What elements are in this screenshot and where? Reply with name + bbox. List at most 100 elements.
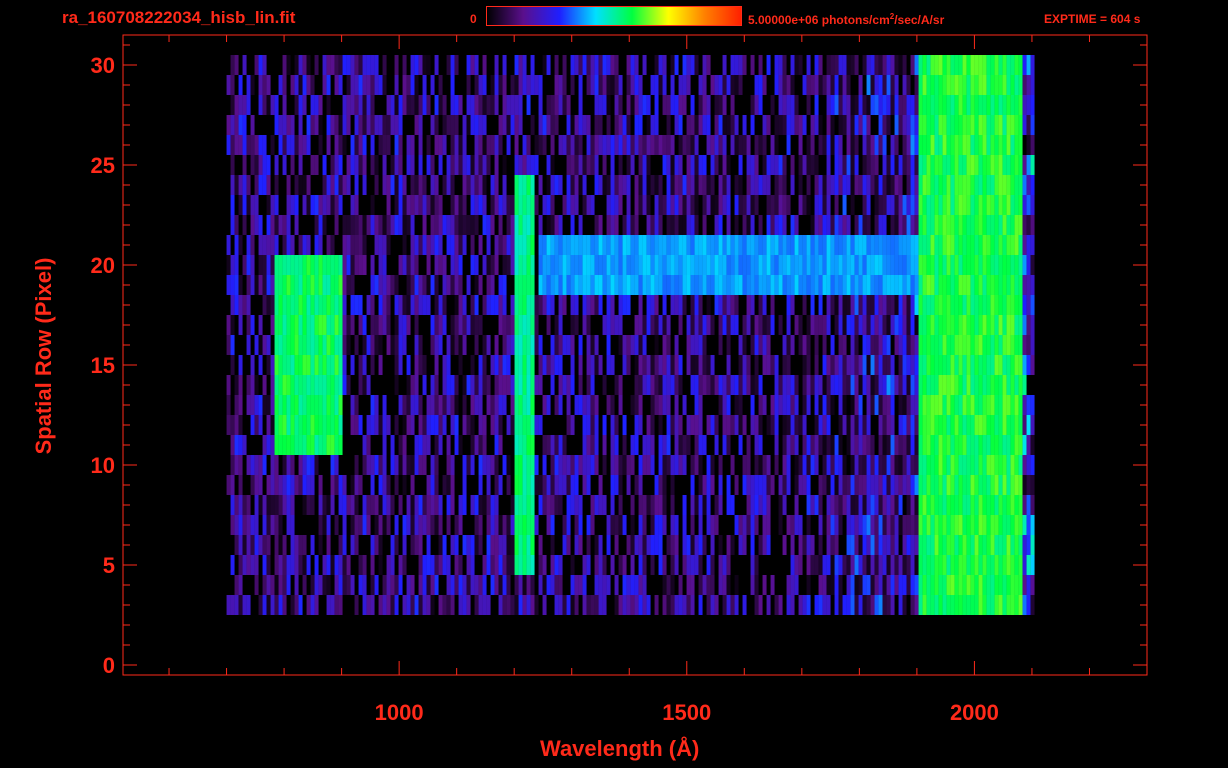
heatmap-cell — [270, 435, 275, 455]
heatmap-cell — [622, 115, 627, 135]
heatmap-cell — [746, 315, 751, 335]
heatmap-cell — [638, 395, 643, 415]
heatmap-cell — [834, 475, 839, 495]
heatmap-cell — [826, 535, 831, 555]
heatmap-cell — [242, 515, 247, 535]
heatmap-cell — [674, 415, 679, 435]
heatmap-cell — [242, 535, 247, 555]
heatmap-cell — [978, 215, 983, 235]
heatmap-cell — [402, 535, 407, 555]
heatmap-cell — [302, 355, 307, 375]
heatmap-cell — [962, 75, 967, 95]
heatmap-cell — [690, 55, 695, 75]
heatmap-cell — [518, 375, 523, 395]
heatmap-cell — [978, 55, 983, 75]
heatmap-cell — [990, 575, 995, 595]
heatmap-cell — [986, 115, 991, 135]
heatmap-cell — [254, 535, 259, 555]
heatmap-cell — [794, 275, 799, 295]
heatmap-cell — [914, 175, 919, 195]
heatmap-cell — [230, 155, 235, 175]
heatmap-cell — [338, 295, 343, 315]
heatmap-cell — [470, 255, 475, 275]
heatmap-cell — [454, 315, 459, 335]
heatmap-cell — [914, 315, 919, 335]
heatmap-cell — [822, 175, 827, 195]
heatmap-cell — [678, 255, 683, 275]
heatmap-cell — [426, 155, 431, 175]
heatmap-cell — [482, 555, 487, 575]
heatmap-cell — [890, 535, 895, 555]
heatmap-cell — [590, 355, 595, 375]
heatmap-cell — [326, 535, 331, 555]
heatmap-cell — [922, 355, 927, 375]
heatmap-cell — [770, 315, 775, 335]
heatmap-cell — [1030, 535, 1035, 555]
heatmap-cell — [970, 75, 975, 95]
heatmap-cell — [318, 235, 323, 255]
heatmap-cell — [814, 315, 819, 335]
heatmap-cell — [870, 455, 875, 475]
heatmap-cell — [290, 415, 295, 435]
heatmap-cell — [1002, 275, 1007, 295]
heatmap-cell — [766, 175, 771, 195]
heatmap-cell — [858, 215, 863, 235]
heatmap-cell — [666, 235, 671, 255]
heatmap-cell — [678, 355, 683, 375]
heatmap-cell — [978, 575, 983, 595]
heatmap-cell — [642, 495, 647, 515]
heatmap-cell — [426, 515, 431, 535]
heatmap-cell — [418, 595, 423, 615]
heatmap-cell — [762, 455, 767, 475]
heatmap-cell — [918, 495, 923, 515]
heatmap-cell — [970, 435, 975, 455]
heatmap-cell — [550, 435, 555, 455]
heatmap-cell — [854, 315, 859, 335]
heatmap-cell — [970, 275, 975, 295]
heatmap-cell — [550, 115, 555, 135]
heatmap-cell — [718, 135, 723, 155]
heatmap-cell — [434, 115, 439, 135]
heatmap-cell — [930, 355, 935, 375]
heatmap-cell — [370, 495, 375, 515]
heatmap-cell — [906, 235, 911, 255]
heatmap-cell — [306, 595, 311, 615]
heatmap-cell — [302, 555, 307, 575]
heatmap-cell — [394, 335, 399, 355]
heatmap-cell — [710, 535, 715, 555]
heatmap-cell — [590, 415, 595, 435]
heatmap-row — [230, 95, 1035, 115]
heatmap-cell — [1010, 195, 1015, 215]
heatmap-cell — [266, 155, 271, 175]
heatmap-cell — [418, 455, 423, 475]
heatmap-cell — [346, 495, 351, 515]
heatmap-cell — [390, 575, 395, 595]
heatmap-cell — [518, 595, 523, 615]
heatmap-cell — [754, 575, 759, 595]
heatmap-cell — [294, 195, 299, 215]
heatmap-cell — [922, 235, 927, 255]
heatmap-cell — [318, 435, 323, 455]
heatmap-cell — [646, 535, 651, 555]
heatmap-cell — [698, 575, 703, 595]
heatmap-cell — [494, 175, 499, 195]
heatmap-cell — [526, 175, 531, 195]
heatmap-cell — [462, 455, 467, 475]
heatmap-cell — [838, 215, 843, 235]
heatmap-cell — [922, 95, 927, 115]
heatmap-cell — [994, 295, 999, 315]
heatmap-cell — [866, 415, 871, 435]
heatmap-cell — [494, 155, 499, 175]
heatmap-cell — [718, 295, 723, 315]
heatmap-cell — [774, 355, 779, 375]
heatmap-cell — [842, 455, 847, 475]
heatmap-cell — [974, 435, 979, 455]
heatmap-cell — [854, 595, 859, 615]
heatmap-cell — [362, 255, 367, 275]
heatmap-cell — [930, 415, 935, 435]
x-tick-label: 1000 — [375, 700, 424, 725]
heatmap-cell — [854, 295, 859, 315]
heatmap-cell — [946, 175, 951, 195]
heatmap-cell — [830, 95, 835, 115]
heatmap-cell — [942, 575, 947, 595]
